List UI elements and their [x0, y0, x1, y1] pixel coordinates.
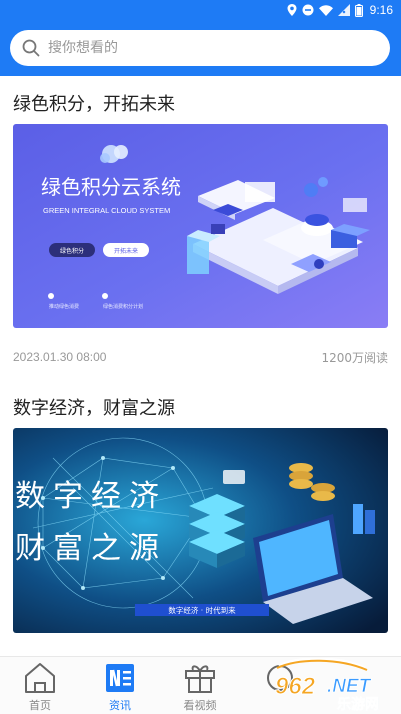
watermark-suffix: .NET	[327, 676, 372, 697]
watermark-graphic: 962 .NET 乐游网	[275, 657, 379, 713]
article-read-count: 1200万阅读	[321, 351, 388, 365]
tab-video[interactable]: 看视频	[165, 657, 235, 714]
article-date: 2023.01.30 08:00	[13, 350, 107, 364]
tab-home[interactable]: 首页	[5, 657, 75, 714]
signal-icon	[337, 4, 350, 16]
search-input[interactable]	[48, 40, 348, 56]
banner-subheading: GREEN INTEGRAL CLOUD SYSTEM	[43, 206, 170, 215]
tab-video-label: 看视频	[183, 699, 217, 712]
search-icon	[22, 39, 40, 57]
gift-icon	[185, 665, 215, 693]
banner-button-primary: 绿色积分	[60, 247, 84, 255]
banner-note-2: 绿色消费积分计划	[103, 303, 143, 310]
status-icons: 9:16	[287, 3, 393, 17]
article-banner[interactable]: 绿色积分云系统 GREEN INTEGRAL CLOUD SYSTEM 绿色积分…	[13, 124, 388, 328]
header: 9:16	[0, 0, 401, 76]
article-banner[interactable]: 数字经济 财富之源 数字经济 · 时代到来	[13, 428, 388, 633]
tab-home-label: 首页	[29, 699, 51, 712]
banner-button-secondary: 开拓未来	[114, 247, 138, 255]
banner-line-1: 数字经济	[15, 479, 167, 514]
article-title[interactable]: 绿色积分，开拓未来	[13, 90, 175, 116]
watermark-logo: 962 .NET 乐游网	[269, 657, 397, 713]
news-feed[interactable]: 绿色积分，开拓未来 绿色积分云系统 GREEN INTEGRAL CLOUD S…	[0, 76, 401, 656]
battery-icon	[354, 3, 363, 17]
search-bar[interactable]	[10, 30, 390, 66]
banner-note-1: 推动绿色消费	[49, 303, 79, 310]
banner-green-cloud: 绿色积分云系统 GREEN INTEGRAL CLOUD SYSTEM 绿色积分…	[13, 124, 388, 328]
article-title[interactable]: 数字经济，财富之源	[13, 394, 175, 420]
watermark-site: 乐游网	[337, 696, 379, 712]
news-icon	[106, 664, 134, 692]
banner-footer: 数字经济 · 时代到来	[168, 605, 236, 615]
home-icon	[25, 663, 55, 693]
status-bar: 9:16	[0, 0, 401, 22]
watermark-number: 962	[275, 673, 316, 700]
banner-digital-economy: 数字经济 财富之源 数字经济 · 时代到来	[13, 428, 388, 633]
wifi-icon	[318, 4, 333, 16]
location-icon	[287, 4, 297, 16]
article-card[interactable]: 数字经济，财富之源 数字经济 财富之源 数字经济 · 时代到来	[0, 376, 401, 656]
article-card[interactable]: 绿色积分，开拓未来 绿色积分云系统 GREEN INTEGRAL CLOUD S…	[0, 76, 401, 376]
tab-news[interactable]: 资讯	[85, 657, 155, 714]
banner-line-2: 财富之源	[15, 531, 167, 566]
banner-heading: 绿色积分云系统	[41, 175, 181, 199]
clock: 9:16	[369, 3, 393, 17]
tab-news-label: 资讯	[109, 699, 131, 712]
server-stack	[189, 494, 245, 568]
dnd-icon	[302, 4, 314, 16]
